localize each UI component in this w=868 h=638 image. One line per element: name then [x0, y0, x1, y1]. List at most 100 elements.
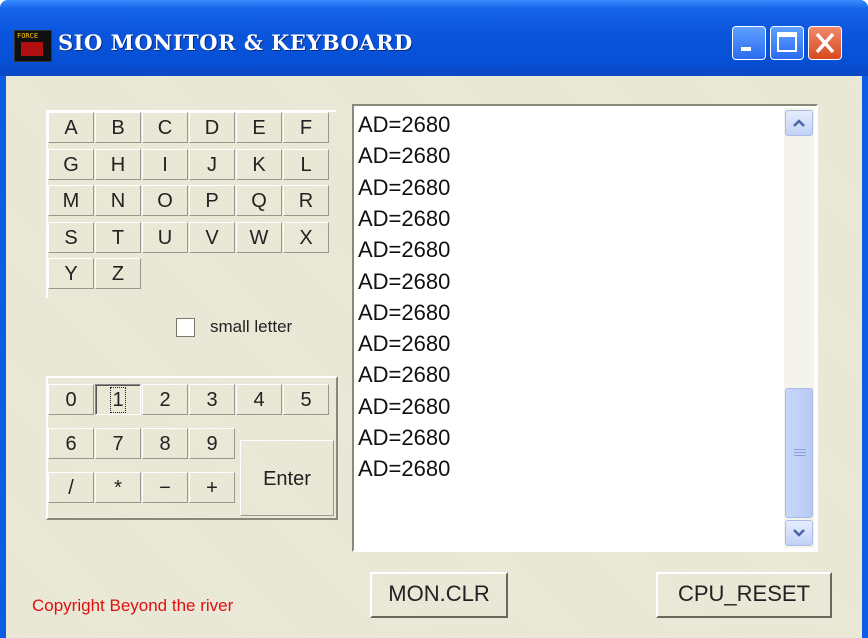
key-w[interactable]: W	[236, 221, 282, 253]
key-7[interactable]: 7	[95, 428, 141, 459]
key-label: 3	[206, 389, 218, 411]
key-label: 5	[300, 389, 312, 411]
key-plus[interactable]: +	[189, 472, 235, 503]
key-label: T	[111, 226, 125, 249]
monitor-line: AD=2680	[358, 425, 451, 450]
key-slash[interactable]: /	[48, 472, 94, 503]
key-g[interactable]: G	[48, 148, 94, 180]
key-asterisk[interactable]: *	[95, 472, 141, 503]
key-h[interactable]: H	[95, 148, 141, 180]
key-9[interactable]: 9	[189, 428, 235, 459]
key-label: +	[206, 477, 218, 499]
scroll-up-button[interactable]	[785, 110, 813, 136]
monitor-line: AD=2680	[358, 205, 451, 231]
key-z[interactable]: Z	[95, 258, 141, 289]
key-4[interactable]: 4	[236, 384, 282, 415]
key-label: 4	[253, 389, 265, 411]
key-label: 7	[112, 433, 124, 455]
key-v[interactable]: V	[189, 221, 235, 253]
key-p[interactable]: P	[189, 185, 235, 216]
key-s[interactable]: S	[48, 221, 94, 253]
grip-line	[794, 455, 806, 456]
key-5[interactable]: 5	[283, 384, 329, 415]
key-label: Q	[251, 190, 267, 212]
key-label: D	[204, 117, 220, 139]
key-label: L	[300, 153, 312, 176]
key-label: P	[205, 190, 219, 212]
small-letter-checkbox[interactable]	[176, 318, 195, 337]
app-icon-label: FORCE	[17, 32, 39, 40]
key-label: Y	[64, 263, 78, 285]
maximize-icon	[777, 32, 797, 52]
key-label: /	[68, 477, 74, 499]
key-label: K	[252, 153, 266, 176]
enter-key[interactable]: Enter	[240, 440, 334, 516]
key-y[interactable]: Y	[48, 258, 94, 289]
key-label: C	[157, 117, 173, 139]
monitor-line: AD=2680	[358, 456, 451, 482]
key-label: Z	[111, 263, 125, 285]
small-letter-label: small letter	[210, 317, 293, 336]
key-k[interactable]: K	[236, 148, 282, 180]
key-r[interactable]: R	[283, 185, 329, 216]
close-button[interactable]	[808, 26, 842, 60]
key-a[interactable]: A	[48, 112, 94, 143]
title-bar[interactable]: FORCE SIO MONITOR & KEYBOARD	[0, 0, 868, 76]
key-label: A	[64, 117, 78, 139]
key-q[interactable]: Q	[236, 185, 282, 216]
key-m[interactable]: M	[48, 185, 94, 216]
key-b[interactable]: B	[95, 112, 141, 143]
key-t[interactable]: T	[95, 221, 141, 253]
maximize-button[interactable]	[770, 26, 804, 60]
key-label: J	[207, 153, 217, 176]
enter-key-label: Enter	[263, 468, 311, 490]
key-label: G	[63, 153, 79, 176]
grip-line	[794, 449, 806, 450]
close-icon	[815, 32, 835, 54]
key-j[interactable]: J	[189, 148, 235, 180]
key-label: N	[110, 190, 126, 212]
monitor-line: AD=2680	[358, 268, 451, 294]
mon-clr-label: MON.CLR	[388, 581, 490, 606]
scroll-down-button[interactable]	[785, 520, 813, 546]
key-e[interactable]: E	[236, 112, 282, 143]
key-label: U	[157, 226, 173, 249]
key-label: 9	[206, 433, 218, 455]
grip-line	[794, 452, 806, 453]
key-0[interactable]: 0	[48, 384, 94, 415]
key-8[interactable]: 8	[142, 428, 188, 459]
key-c[interactable]: C	[142, 112, 188, 143]
key-label: O	[157, 190, 173, 212]
key-d[interactable]: D	[189, 112, 235, 143]
key-label: R	[298, 190, 314, 212]
key-i[interactable]: I	[142, 148, 188, 180]
monitor-line: AD=2680	[358, 299, 451, 325]
key-l[interactable]: L	[283, 148, 329, 180]
chevron-up-icon	[793, 119, 805, 127]
key-label: H	[110, 153, 126, 176]
scroll-thumb[interactable]	[785, 388, 813, 518]
key-label: B	[111, 117, 125, 139]
key-1[interactable]: 1	[95, 384, 141, 415]
key-n[interactable]: N	[95, 185, 141, 216]
key-x[interactable]: X	[283, 221, 329, 253]
vertical-scrollbar[interactable]	[784, 108, 814, 548]
monitor-output: AD=2680 AD=2680 AD=2680 AD=2680 AD=2680 AD=26…	[356, 108, 778, 548]
key-label: X	[299, 226, 313, 249]
key-o[interactable]: O	[142, 185, 188, 216]
key-u[interactable]: U	[142, 221, 188, 253]
minimize-button[interactable]	[732, 26, 766, 60]
key-f[interactable]: F	[283, 112, 329, 143]
key-label: 0	[65, 389, 77, 411]
cpu-reset-button[interactable]: CPU_RESET	[656, 572, 832, 618]
monitor-line: AD=2680	[358, 393, 451, 419]
key-6[interactable]: 6	[48, 428, 94, 459]
app-icon[interactable]: FORCE	[14, 30, 52, 62]
key-3[interactable]: 3	[189, 384, 235, 415]
key-minus[interactable]: −	[142, 472, 188, 503]
key-2[interactable]: 2	[142, 384, 188, 415]
monitor-line: AD=2680	[358, 331, 451, 357]
monitor-line: AD=2680	[358, 112, 451, 137]
mon-clr-button[interactable]: MON.CLR	[370, 572, 508, 618]
monitor-line: AD=2680	[358, 143, 451, 169]
